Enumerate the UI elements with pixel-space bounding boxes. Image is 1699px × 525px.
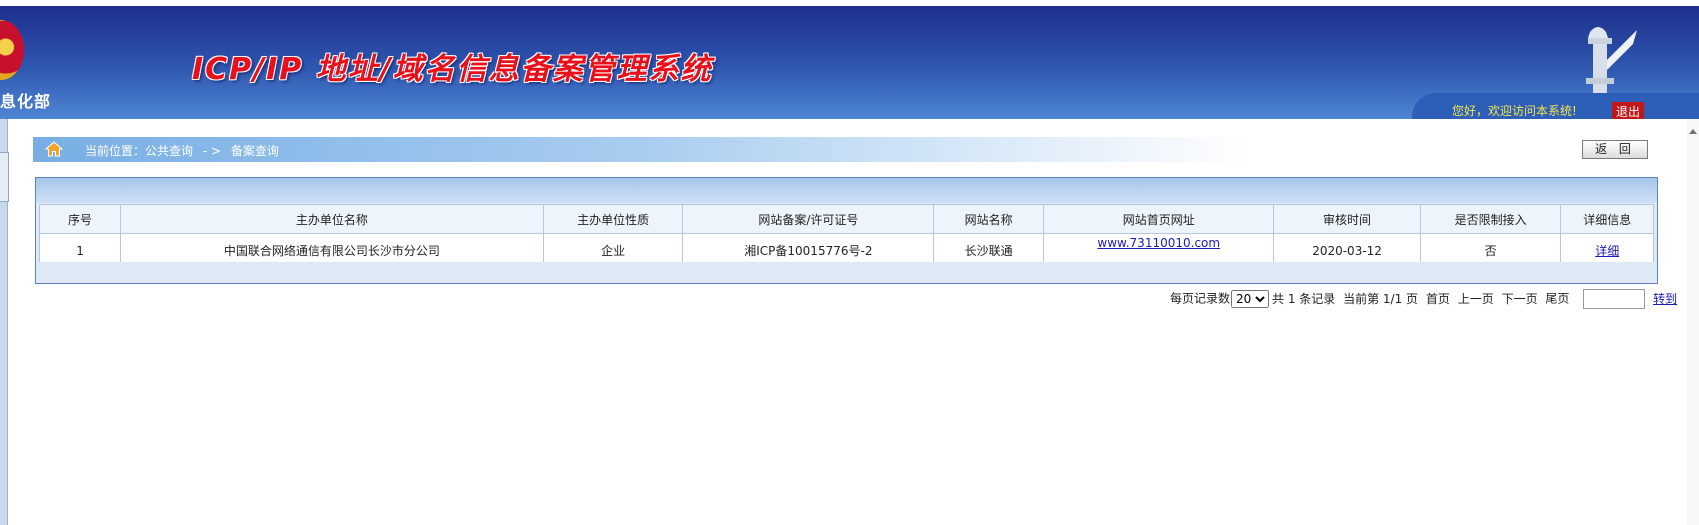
logout-button[interactable]: 退出 (1612, 102, 1645, 119)
last-page-link[interactable]: 尾页 (1545, 292, 1569, 306)
col-index-header: 序号 (38, 204, 122, 234)
detail-link[interactable]: 详细 (1595, 244, 1619, 258)
panel-header (36, 178, 1657, 203)
system-title: ICP/IP 地址/域名信息备案管理系统 (192, 52, 713, 87)
welcome-text: 您好，欢迎访问本系统! (1452, 104, 1577, 118)
first-page-link[interactable]: 首页 (1426, 292, 1450, 306)
table-header-row: 序号 主办单位名称 主办单位性质 网站备案/许可证号 网站名称 网站首页网址 审… (38, 204, 1654, 234)
site-url-link[interactable]: www.73110010.com (1097, 236, 1220, 250)
panel-footer (39, 262, 1654, 280)
col-site-name-header: 网站名称 (933, 204, 1045, 234)
national-emblem-icon (0, 20, 24, 80)
results-panel: 序号 主办单位名称 主办单位性质 网站备案/许可证号 网站名称 网站首页网址 审… (35, 177, 1658, 284)
col-detail-header: 详细信息 (1560, 204, 1654, 234)
ministry-name: 息化部 (0, 92, 52, 111)
goto-page-input[interactable] (1583, 289, 1646, 309)
prev-page-link[interactable]: 上一页 (1458, 292, 1494, 306)
sidebar-toggle-tab[interactable] (0, 152, 9, 202)
col-restricted-header: 是否限制接入 (1419, 204, 1562, 234)
col-url-header: 网站首页网址 (1043, 204, 1275, 234)
col-date-header: 审核时间 (1273, 204, 1421, 234)
col-nature-header: 主办单位性质 (542, 204, 684, 234)
current-page: 当前第 1/1 页 (1343, 291, 1419, 306)
breadcrumb-current-position: 当前位置：公共查询 (85, 144, 194, 158)
col-org-header: 主办单位名称 (120, 204, 544, 234)
breadcrumb: 当前位置：公共查询 - > 备案查询 (33, 137, 1253, 162)
results-table: 序号 主办单位名称 主办单位性质 网站备案/许可证号 网站名称 网站首页网址 审… (38, 204, 1654, 268)
breadcrumb-page: 备案查询 (230, 144, 279, 158)
col-license-header: 网站备案/许可证号 (682, 204, 935, 234)
total-records: 共 1 条记录 (1272, 291, 1336, 306)
next-page-link[interactable]: 下一页 (1502, 292, 1538, 306)
breadcrumb-text: 当前位置：公共查询 - > 备案查询 (85, 142, 285, 159)
per-page-label: 每页记录数 (1170, 291, 1231, 306)
back-button[interactable]: 返 回 (1582, 140, 1648, 159)
header-banner: 息化部 ICP/IP 地址/域名信息备案管理系统 您好，欢迎访问本系统! 退出 (0, 6, 1699, 119)
home-icon[interactable] (45, 141, 63, 157)
per-page-select[interactable]: 20 (1231, 289, 1270, 308)
goto-page-link[interactable]: 转到 (1653, 292, 1677, 306)
breadcrumb-separator: - > (202, 144, 222, 158)
vertical-scrollbar[interactable] (1687, 119, 1699, 525)
scroll-up-arrow-icon[interactable] (1689, 129, 1697, 134)
pagination: 每页记录数 20 共 1 条记录 当前第 1/1 页 首页 上一页 下一页 尾页 转… (1170, 289, 1677, 309)
